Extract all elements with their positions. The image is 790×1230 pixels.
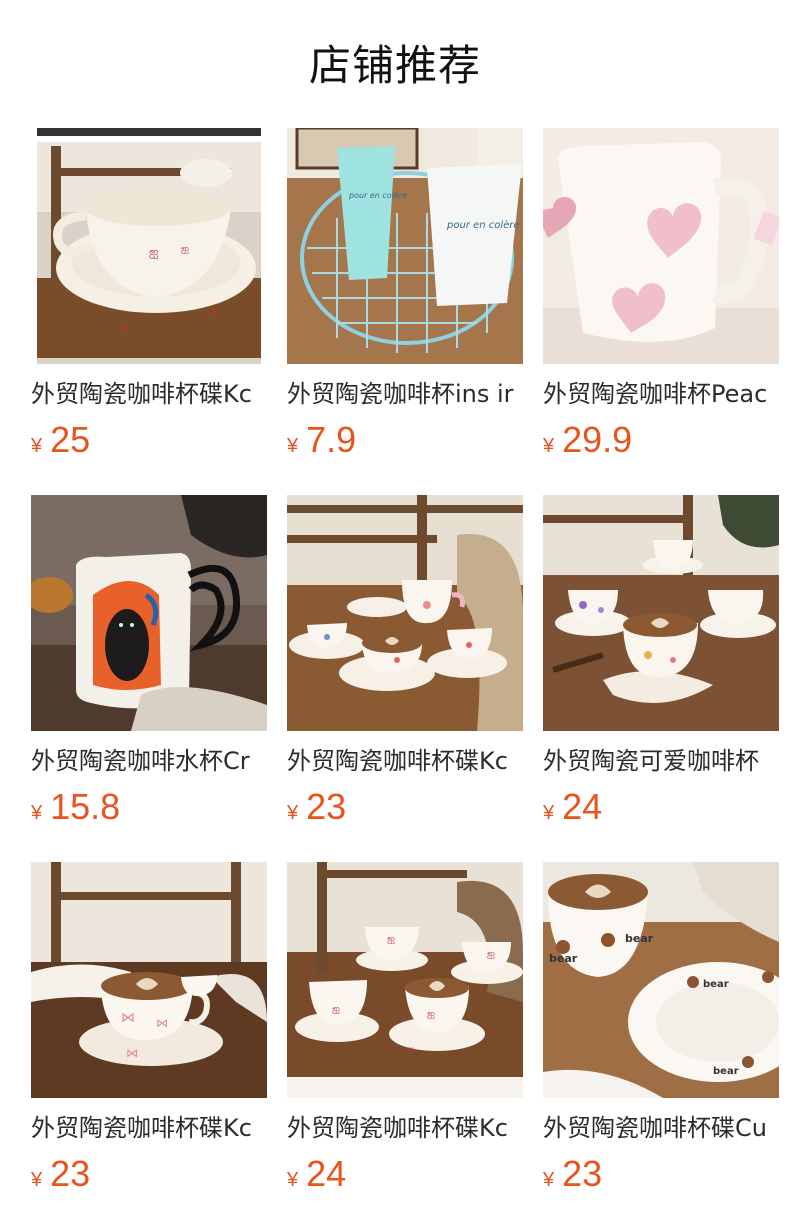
currency-symbol: ¥ bbox=[287, 435, 299, 457]
svg-text:bear: bear bbox=[713, 1066, 739, 1077]
product-price: ¥ 24 bbox=[287, 1154, 523, 1194]
svg-text:bear: bear bbox=[549, 952, 578, 965]
product-price: ¥ 25 bbox=[31, 420, 267, 460]
product-card[interactable]: 外贸陶瓷咖啡杯碟Kc ¥ 23 bbox=[287, 495, 523, 862]
price-amount: 7.9 bbox=[306, 419, 357, 460]
product-price: ¥ 15.8 bbox=[31, 787, 267, 827]
currency-symbol: ¥ bbox=[31, 435, 43, 457]
svg-text:ஐ: ஐ bbox=[427, 1009, 435, 1020]
product-image[interactable] bbox=[543, 495, 779, 731]
price-amount: 24 bbox=[562, 786, 603, 827]
svg-text:bear: bear bbox=[703, 979, 729, 990]
currency-symbol: ¥ bbox=[543, 802, 555, 824]
svg-text:ஐ: ஐ bbox=[121, 320, 129, 331]
heart-mug-image bbox=[543, 128, 779, 364]
currency-symbol: ¥ bbox=[287, 802, 299, 824]
price-amount: 23 bbox=[562, 1153, 603, 1194]
product-image[interactable]: bear bear bear bear bbox=[543, 862, 779, 1098]
price-amount: 15.8 bbox=[50, 786, 121, 827]
cream-cup-saucer-bows-image: ஐ ஐ ஐ ஐ bbox=[31, 128, 267, 364]
product-image[interactable]: pour en colère pour en colère bbox=[287, 128, 523, 364]
product-title[interactable]: 外贸陶瓷咖啡杯ins ir bbox=[287, 378, 523, 410]
currency-symbol: ¥ bbox=[287, 1169, 299, 1191]
product-title[interactable]: 外贸陶瓷可爱咖啡杯 bbox=[543, 745, 779, 777]
cat-mug-image bbox=[31, 495, 267, 731]
product-title[interactable]: 外贸陶瓷咖啡杯Peac bbox=[543, 378, 779, 410]
svg-text:ஐ: ஐ bbox=[407, 1045, 414, 1055]
product-price: ¥ 7.9 bbox=[287, 420, 523, 460]
product-image[interactable]: ஐ ஐ ஐ ஐ bbox=[31, 128, 267, 364]
product-title[interactable]: 外贸陶瓷咖啡杯碟Cu bbox=[543, 1112, 779, 1144]
svg-text:⋈: ⋈ bbox=[126, 1046, 138, 1060]
product-image[interactable]: ஐ ஐ ஐ ஐ ஐ bbox=[287, 862, 523, 1098]
product-title[interactable]: 外贸陶瓷咖啡水杯Cr bbox=[31, 745, 267, 777]
price-amount: 24 bbox=[306, 1153, 347, 1194]
product-image[interactable] bbox=[543, 128, 779, 364]
product-price: ¥ 23 bbox=[31, 1154, 267, 1194]
svg-text:bear: bear bbox=[625, 932, 654, 945]
product-title[interactable]: 外贸陶瓷咖啡杯碟Kc bbox=[287, 1112, 523, 1144]
svg-text:⋈: ⋈ bbox=[156, 1016, 168, 1030]
product-card[interactable]: 外贸陶瓷可爱咖啡杯 ¥ 24 bbox=[543, 495, 779, 862]
product-price: ¥ 29.9 bbox=[543, 420, 779, 460]
svg-text:ஐ: ஐ bbox=[149, 245, 159, 259]
product-card[interactable]: 外贸陶瓷咖啡杯Peac ¥ 29.9 bbox=[543, 128, 779, 495]
svg-text:pour en colère: pour en colère bbox=[446, 219, 520, 231]
svg-text:ஐ: ஐ bbox=[387, 934, 395, 945]
svg-text:ஐ: ஐ bbox=[181, 244, 189, 255]
currency-symbol: ¥ bbox=[31, 802, 43, 824]
product-card[interactable]: ஐ ஐ ஐ ஐ 外贸陶瓷咖啡杯碟Kc ¥ 25 bbox=[31, 128, 267, 495]
product-card[interactable]: bear bear bear bear 外贸陶瓷咖啡杯碟Cu ¥ 23 bbox=[543, 862, 779, 1229]
product-title[interactable]: 外贸陶瓷咖啡杯碟Kc bbox=[287, 745, 523, 777]
product-title[interactable]: 外贸陶瓷咖啡杯碟Kc bbox=[31, 1112, 267, 1144]
floral-cups-set-image bbox=[287, 495, 523, 731]
product-price: ¥ 23 bbox=[287, 787, 523, 827]
price-amount: 23 bbox=[50, 1153, 91, 1194]
tumblers-in-basket-image: pour en colère pour en colère bbox=[287, 128, 523, 364]
svg-text:ஐ: ஐ bbox=[487, 949, 495, 960]
red-bow-cups-set-image: ஐ ஐ ஐ ஐ ஐ bbox=[287, 862, 523, 1098]
price-amount: 29.9 bbox=[562, 419, 633, 460]
currency-symbol: ¥ bbox=[543, 1169, 555, 1191]
page-title: 店铺推荐 bbox=[308, 41, 481, 90]
currency-symbol: ¥ bbox=[543, 435, 555, 457]
product-image[interactable] bbox=[287, 495, 523, 731]
svg-text:ஐ: ஐ bbox=[332, 1004, 340, 1015]
product-card[interactable]: 外贸陶瓷咖啡水杯Cr ¥ 15.8 bbox=[31, 495, 267, 862]
svg-text:ஐ: ஐ bbox=[211, 305, 219, 316]
product-card[interactable]: pour en colère pour en colère 外贸陶瓷咖啡杯ins… bbox=[287, 128, 523, 495]
svg-text:pour en colère: pour en colère bbox=[348, 190, 407, 200]
svg-text:⋈: ⋈ bbox=[121, 1010, 135, 1026]
product-card[interactable]: ஐ ஐ ஐ ஐ ஐ 外贸陶瓷咖啡杯碟Kc ¥ 24 bbox=[287, 862, 523, 1229]
product-image[interactable]: ⋈ ⋈ ⋈ bbox=[31, 862, 267, 1098]
price-amount: 23 bbox=[306, 786, 347, 827]
product-title[interactable]: 外贸陶瓷咖啡杯碟Kc bbox=[31, 378, 267, 410]
store-recommendations-page: 店铺推荐 ஐ ஐ ஐ ஐ 外贸陶瓷咖啡杯碟Kc ¥ 25 pour en col… bbox=[0, 0, 790, 1230]
product-price: ¥ 24 bbox=[543, 787, 779, 827]
currency-symbol: ¥ bbox=[31, 1169, 43, 1191]
price-amount: 25 bbox=[50, 419, 91, 460]
product-grid: ஐ ஐ ஐ ஐ 外贸陶瓷咖啡杯碟Kc ¥ 25 pour en colère p… bbox=[31, 128, 779, 1229]
product-image[interactable] bbox=[31, 495, 267, 731]
product-price: ¥ 23 bbox=[543, 1154, 779, 1194]
purple-floral-cups-image bbox=[543, 495, 779, 731]
bear-cup-saucer-image: bear bear bear bear bbox=[543, 862, 779, 1098]
pink-bow-cup-image: ⋈ ⋈ ⋈ bbox=[31, 862, 267, 1098]
product-card[interactable]: ⋈ ⋈ ⋈ 外贸陶瓷咖啡杯碟Kc ¥ 23 bbox=[31, 862, 267, 1229]
